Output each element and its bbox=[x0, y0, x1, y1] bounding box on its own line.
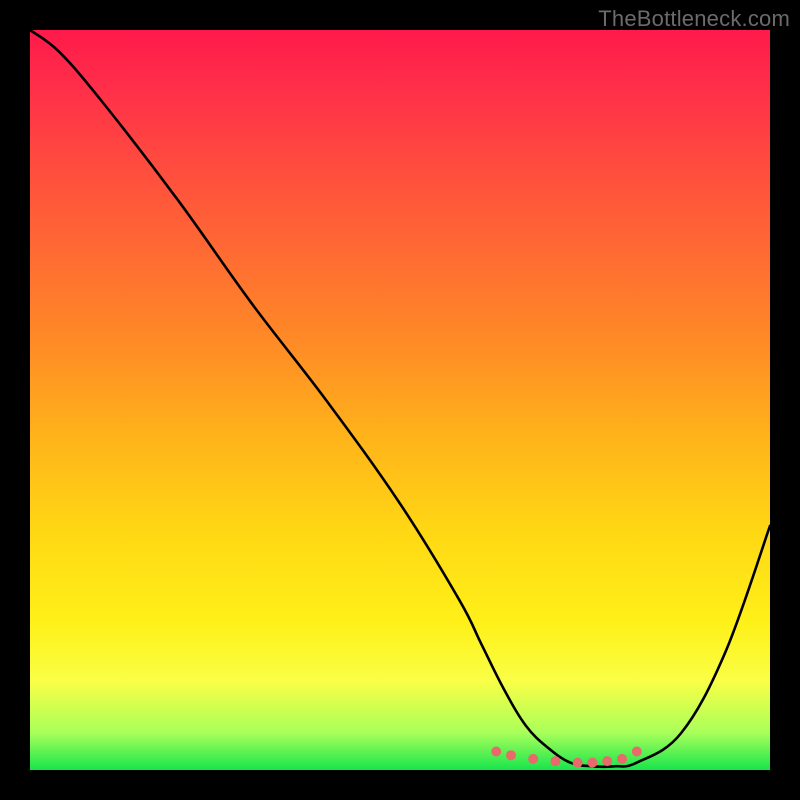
marker-dot bbox=[602, 756, 612, 766]
optimal-range-markers bbox=[491, 747, 642, 768]
marker-dot bbox=[491, 747, 501, 757]
marker-dot bbox=[617, 754, 627, 764]
watermark-text: TheBottleneck.com bbox=[598, 6, 790, 32]
marker-dot bbox=[632, 747, 642, 757]
marker-dot bbox=[528, 754, 538, 764]
marker-dot bbox=[573, 758, 583, 768]
chart-frame: TheBottleneck.com bbox=[0, 0, 800, 800]
marker-dot bbox=[587, 758, 597, 768]
marker-dot bbox=[506, 750, 516, 760]
marker-dot bbox=[550, 756, 560, 766]
plot-area bbox=[30, 30, 770, 770]
bottleneck-curve bbox=[30, 30, 770, 767]
curve-layer bbox=[30, 30, 770, 770]
